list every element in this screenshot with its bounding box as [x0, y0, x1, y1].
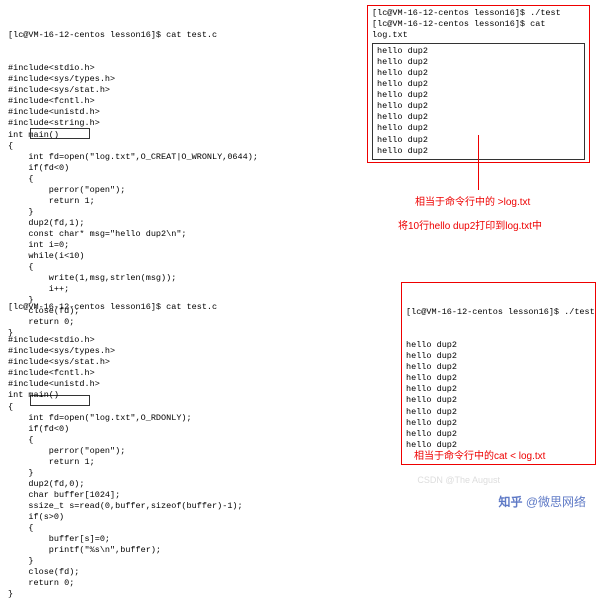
highlight-dup2-write — [30, 128, 90, 139]
terminal-cmd-run: [lc@VM-16-12-centos lesson16]$ ./test — [406, 307, 591, 318]
zhihu-watermark: 知乎 @微思网络 — [498, 495, 586, 511]
code-block-2: [lc@VM-16-12-centos lesson16]$ cat test.… — [0, 276, 260, 615]
csdn-watermark: CSDN @The August — [417, 475, 500, 487]
output-lines: hello dup2 hello dup2 hello dup2 hello d… — [406, 340, 591, 450]
terminal-prompt: [lc@VM-16-12-centos lesson16]$ cat test.… — [8, 30, 252, 41]
annotation-redirect-in: 相当于命令行中的cat < log.txt — [414, 450, 545, 463]
annotation-redirect-out: 相当于命令行中的 >log.txt — [415, 196, 530, 209]
zhihu-user: @微思网络 — [526, 495, 586, 509]
terminal-prompt: [lc@VM-16-12-centos lesson16]$ cat test.… — [8, 302, 252, 313]
zhihu-logo: 知乎 — [498, 495, 522, 509]
connector-line — [478, 135, 479, 190]
output-box-2: [lc@VM-16-12-centos lesson16]$ ./test he… — [401, 282, 596, 465]
terminal-cmd-run: [lc@VM-16-12-centos lesson16]$ ./test — [372, 8, 585, 19]
code-lines: #include<stdio.h> #include<sys/types.h> … — [8, 335, 252, 600]
terminal-cmd-cat: [lc@VM-16-12-centos lesson16]$ cat log.t… — [372, 19, 585, 41]
annotation-print-10-lines: 将10行hello dup2打印到log.txt中 — [398, 220, 542, 233]
